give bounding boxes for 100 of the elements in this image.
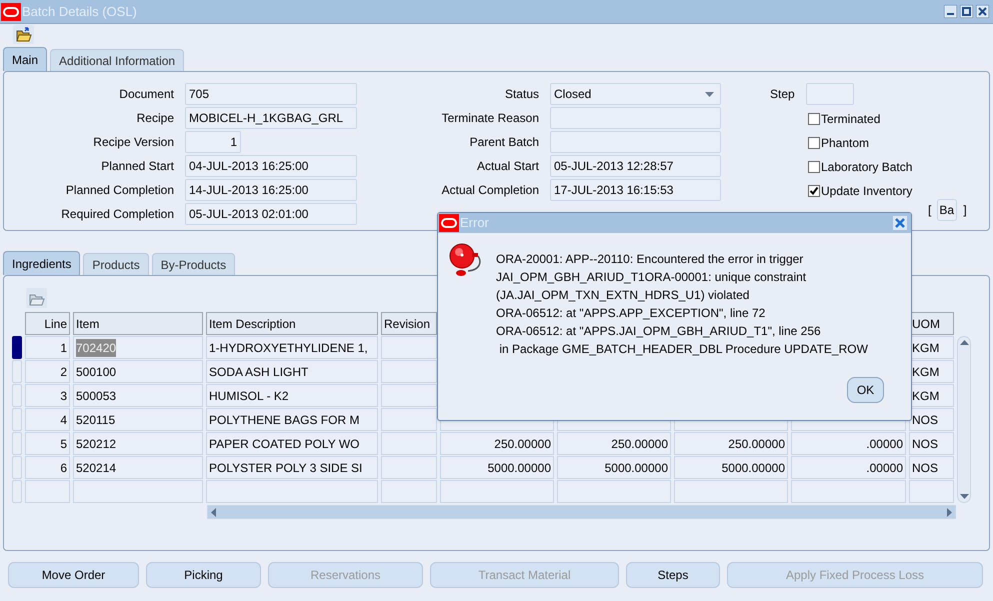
table-cell: .00000: [791, 456, 906, 479]
row-selector[interactable]: [12, 432, 22, 455]
column-header[interactable]: Line: [25, 312, 70, 335]
text-field[interactable]: 05-JUL-2013 02:01:00: [185, 203, 357, 225]
table-cell: [909, 480, 954, 503]
scroll-right-icon[interactable]: [947, 508, 952, 516]
table-cell: 5: [25, 432, 70, 455]
table-cell: 2: [25, 360, 70, 383]
action-button[interactable]: Steps: [626, 562, 720, 588]
app-logo-icon: [439, 214, 459, 232]
tab[interactable]: Additional Information: [50, 49, 184, 71]
text-field[interactable]: MOBICEL-H_1KGBAG_GRL: [185, 107, 357, 129]
table-cell: SODA ASH LIGHT: [206, 360, 378, 383]
close-icon: [895, 218, 905, 228]
table-cell: .00000: [791, 432, 906, 455]
side-button[interactable]: Ba: [937, 199, 958, 221]
table-cell: 5000.00000: [674, 456, 788, 479]
close-button[interactable]: [976, 5, 989, 18]
scroll-left-icon[interactable]: [211, 508, 216, 516]
checkbox[interactable]: Phantom: [808, 131, 967, 155]
bell-icon: [448, 242, 482, 277]
table-cell: POLYTHENE BAGS FOR M: [206, 408, 378, 431]
table-cell: NOS: [909, 456, 954, 479]
row-selector[interactable]: [12, 480, 22, 503]
table-cell: 6: [25, 456, 70, 479]
bracket: [: [928, 202, 932, 219]
table-cell: 5000.00000: [557, 456, 671, 479]
selected-text: 702420: [76, 338, 116, 356]
tab[interactable]: Products: [83, 253, 149, 275]
text-field[interactable]: 705: [185, 83, 357, 105]
table-cell: 520212: [73, 432, 203, 455]
table-cell: 1-HYDROXYETHYLIDENE 1,: [206, 336, 378, 359]
action-button[interactable]: Picking: [146, 562, 261, 588]
text-field[interactable]: 17-JUL-2013 16:15:53: [550, 179, 721, 201]
minimize-button[interactable]: [944, 5, 957, 18]
text-field[interactable]: [806, 83, 854, 105]
row-selector[interactable]: [12, 384, 22, 407]
table-cell: 1: [25, 336, 70, 359]
field-label: Step: [770, 86, 795, 103]
column-header[interactable]: Item: [73, 312, 203, 335]
checkbox[interactable]: Laboratory Batch: [808, 155, 967, 179]
table-cell: [381, 432, 437, 455]
field-label: Planned Completion: [64, 182, 174, 199]
table-cell: HUMISOL - K2: [206, 384, 378, 407]
close-button[interactable]: [893, 216, 907, 230]
text-field[interactable]: 1: [185, 131, 241, 153]
table-cell: [381, 480, 437, 503]
table-cell: POLYSTER POLY 3 SIDE SI: [206, 456, 378, 479]
tab[interactable]: By-Products: [152, 253, 236, 275]
error-message-line: (JA.JAI_OPM_TXN_EXTN_HDRS_U1) violated: [496, 287, 750, 304]
ok-button[interactable]: OK: [847, 377, 884, 403]
row-selector[interactable]: [12, 408, 22, 431]
field-label: Required Completion: [60, 206, 174, 223]
table-cell: KGM: [909, 336, 954, 359]
row-selector[interactable]: [12, 360, 22, 383]
open-folder-button[interactable]: [26, 288, 47, 308]
text-field[interactable]: 14-JUL-2013 16:25:00: [185, 179, 357, 201]
tab[interactable]: Main: [3, 47, 48, 71]
field-label: Parent Batch: [468, 134, 539, 151]
open-folder-button[interactable]: [13, 25, 34, 44]
table-cell: 500100: [73, 360, 203, 383]
column-header[interactable]: Revision: [381, 312, 437, 335]
scroll-down-icon[interactable]: [960, 494, 968, 499]
scroll-up-icon[interactable]: [960, 340, 968, 345]
table-cell: KGM: [909, 384, 954, 407]
field-label: Actual Completion: [440, 182, 539, 199]
table-cell: 250.00000: [440, 432, 554, 455]
bracket: ]: [963, 202, 967, 219]
table-cell: 520115: [73, 408, 203, 431]
field-label: Recipe: [136, 110, 174, 127]
dialog-title: Error: [460, 214, 489, 232]
table-cell: NOS: [909, 408, 954, 431]
column-header[interactable]: UOM: [909, 312, 954, 335]
table-cell: 250.00000: [557, 432, 671, 455]
error-message-line: ORA-20001: APP--20110: Encountered the error in trigger: [496, 251, 804, 268]
field-label: Terminate Reason: [440, 110, 539, 127]
error-message-line: in Package GME_BATCH_HEADER_DBL Procedure UPDATE_ROW: [498, 341, 868, 358]
table-cell: [381, 456, 437, 479]
text-field[interactable]: 05-JUL-2013 12:28:57: [550, 155, 721, 177]
field-label: Document: [118, 86, 174, 103]
row-selector[interactable]: [12, 336, 22, 359]
action-button[interactable]: Move Order: [8, 562, 139, 588]
dropdown-caret-icon: [705, 92, 714, 96]
table-cell: 500053: [73, 384, 203, 407]
text-field[interactable]: [550, 131, 721, 153]
field-label: Status: [504, 86, 539, 103]
checkbox[interactable]: Terminated: [808, 107, 967, 131]
maximize-button[interactable]: [960, 5, 973, 18]
table-cell: 5000.00000: [440, 456, 554, 479]
table-cell: PAPER COATED POLY WO: [206, 432, 378, 455]
row-selector[interactable]: [12, 456, 22, 479]
horizontal-scrollbar[interactable]: [207, 505, 956, 519]
text-field[interactable]: [550, 107, 721, 129]
vertical-scrollbar[interactable]: [957, 336, 971, 503]
table-cell: 4: [25, 408, 70, 431]
tab[interactable]: Ingredients: [3, 251, 80, 275]
text-field[interactable]: 04-JUL-2013 16:25:00: [185, 155, 357, 177]
table-cell: KGM: [909, 360, 954, 383]
dropdown-field[interactable]: Closed: [550, 83, 721, 105]
column-header[interactable]: Item Description: [206, 312, 378, 335]
